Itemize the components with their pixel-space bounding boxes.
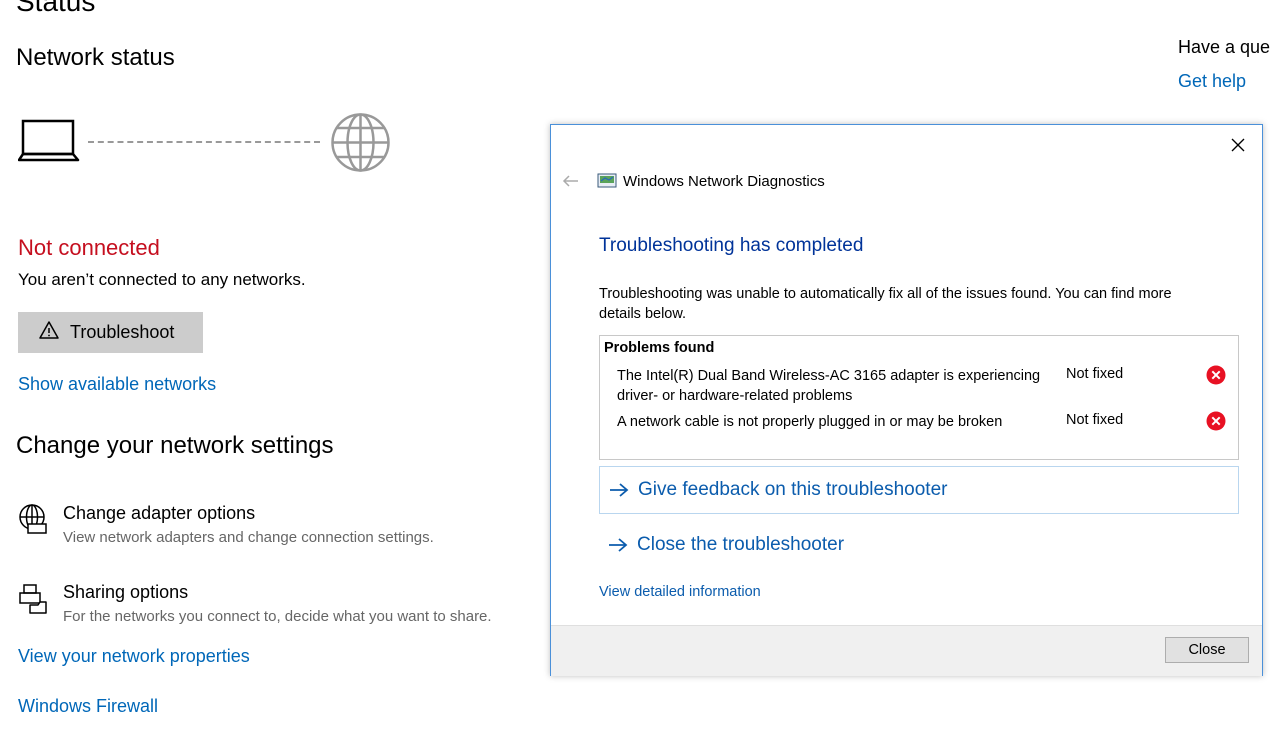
dialog-heading: Troubleshooting has completed — [599, 235, 864, 256]
troubleshoot-button[interactable]: Troubleshoot — [18, 312, 203, 353]
network-diagnostics-dialog: Windows Network Diagnostics Troubleshoot… — [550, 124, 1263, 676]
page-title: Status — [16, 0, 96, 17]
laptop-icon — [17, 119, 80, 168]
windows-firewall-link[interactable]: Windows Firewall — [18, 696, 158, 717]
problems-found-panel: Problems found The Intel(R) Dual Band Wi… — [599, 335, 1239, 460]
dialog-footer: Close — [551, 625, 1262, 676]
problem-status: Not fixed — [1066, 366, 1124, 382]
connection-line — [88, 141, 320, 143]
warning-icon — [38, 320, 60, 345]
adapter-globe-icon — [18, 503, 48, 540]
change-adapter-options-link[interactable]: Change adapter options — [63, 503, 255, 524]
right-rail-question: Have a question? — [1178, 37, 1270, 57]
error-icon — [1206, 365, 1226, 385]
close-button[interactable]: Close — [1165, 637, 1249, 663]
dialog-close-icon[interactable] — [1226, 133, 1250, 157]
arrow-right-icon — [607, 536, 629, 554]
troubleshoot-label: Troubleshoot — [70, 322, 175, 342]
dialog-app-title: Windows Network Diagnostics — [623, 173, 825, 190]
view-detailed-information-link[interactable]: View detailed information — [599, 584, 761, 600]
change-adapter-options-desc: View network adapters and change connect… — [63, 529, 434, 546]
problems-header: Problems found — [604, 340, 715, 356]
problem-text: The Intel(R) Dual Band Wireless-AC 3165 … — [617, 368, 1041, 404]
close-troubleshooter-label: Close the troubleshooter — [637, 534, 845, 555]
change-settings-title: Change your network settings — [16, 432, 334, 459]
back-arrow-icon[interactable] — [561, 173, 581, 189]
connection-state: Not connected — [18, 235, 160, 260]
get-help-link[interactable]: Get help — [1178, 71, 1246, 92]
globe-icon — [330, 112, 391, 178]
view-network-properties-link[interactable]: View your network properties — [18, 646, 250, 667]
connection-description: You aren’t connected to any networks. — [18, 270, 306, 289]
give-feedback-label: Give feedback on this troubleshooter — [638, 479, 948, 500]
network-status-title: Network status — [16, 44, 175, 71]
problem-text: A network cable is not properly plugged … — [617, 414, 1003, 430]
close-troubleshooter-command-link[interactable]: Close the troubleshooter — [607, 534, 844, 556]
sharing-options-desc: For the networks you connect to, decide … — [63, 608, 492, 625]
dialog-message: Troubleshooting was unable to automatica… — [599, 286, 1172, 322]
sharing-options-link[interactable]: Sharing options — [63, 582, 188, 603]
error-icon — [1206, 411, 1226, 431]
arrow-right-icon — [608, 481, 630, 499]
show-available-networks-link[interactable]: Show available networks — [18, 374, 216, 395]
sharing-icon — [18, 583, 48, 620]
right-rail-question-wrap: Have a question? — [1178, 37, 1270, 63]
give-feedback-command-link[interactable]: Give feedback on this troubleshooter — [599, 466, 1239, 514]
problem-status: Not fixed — [1066, 412, 1124, 428]
network-diagnostics-app-icon — [597, 173, 617, 189]
